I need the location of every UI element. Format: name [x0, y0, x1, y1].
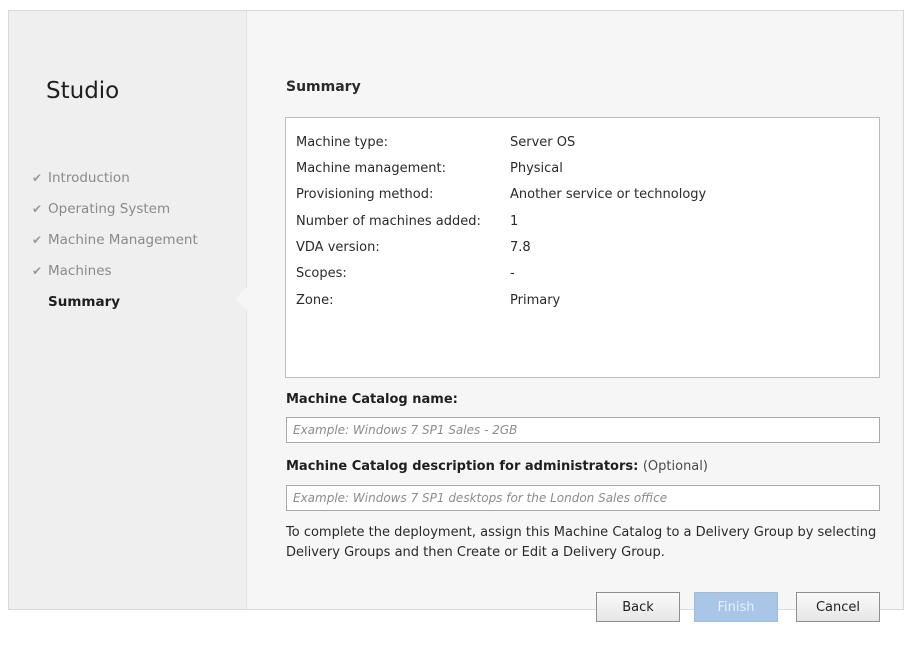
catalog-name-input[interactable] — [286, 417, 880, 443]
deployment-hint: To complete the deployment, assign this … — [286, 525, 877, 560]
step-label: Machines — [48, 263, 112, 279]
app-title: Studio — [46, 78, 120, 104]
page-title: Summary — [286, 79, 361, 95]
check-icon: ✔ — [32, 264, 43, 278]
summary-label: VDA version: — [296, 240, 380, 255]
description-label: Machine Catalog description for administ… — [286, 459, 708, 474]
summary-value: Primary — [510, 293, 561, 308]
summary-label: Number of machines added: — [296, 214, 481, 229]
summary-value: - — [510, 266, 515, 281]
wizard-window: Studio ✔ Introduction ✔ Operating System… — [8, 10, 904, 610]
step-machine-management[interactable]: ✔ Machine Management — [32, 230, 198, 261]
summary-label: Machine management: — [296, 161, 447, 176]
step-machines[interactable]: ✔ Machines — [32, 261, 198, 292]
step-label: Introduction — [48, 170, 130, 186]
step-introduction[interactable]: ✔ Introduction — [32, 168, 198, 199]
summary-value: Another service or technology — [510, 187, 707, 202]
summary-label: Provisioning method: — [296, 187, 434, 202]
wizard-content: Summary Machine type: Server OS Machine … — [246, 11, 903, 609]
summary-value: 1 — [510, 214, 519, 229]
check-icon: ✔ — [32, 171, 43, 185]
summary-label: Zone: — [296, 293, 334, 308]
optional-note: (Optional) — [642, 459, 708, 474]
cancel-button[interactable]: Cancel — [796, 592, 880, 622]
step-operating-system[interactable]: ✔ Operating System — [32, 199, 198, 230]
step-label: Operating System — [48, 201, 171, 217]
description-label-text: Machine Catalog description for administ… — [286, 459, 639, 474]
finish-button[interactable]: Finish — [694, 592, 778, 622]
check-icon: ✔ — [32, 233, 43, 247]
step-label: Summary — [48, 294, 121, 310]
wizard-sidebar: Studio ✔ Introduction ✔ Operating System… — [9, 11, 247, 609]
summary-value: Server OS — [510, 135, 576, 150]
catalog-name-label: Machine Catalog name: — [286, 392, 458, 407]
step-summary: Summary — [32, 292, 198, 323]
summary-value: 7.8 — [510, 240, 531, 255]
wizard-steps: ✔ Introduction ✔ Operating System ✔ Mach… — [32, 168, 198, 323]
catalog-description-input[interactable] — [286, 485, 880, 511]
step-label: Machine Management — [48, 232, 198, 248]
back-button[interactable]: Back — [596, 592, 680, 622]
summary-label: Scopes: — [296, 266, 347, 281]
summary-panel: Machine type: Server OS Machine manageme… — [285, 117, 880, 378]
summary-label: Machine type: — [296, 135, 388, 150]
check-icon: ✔ — [32, 202, 43, 216]
summary-value: Physical — [510, 161, 563, 176]
